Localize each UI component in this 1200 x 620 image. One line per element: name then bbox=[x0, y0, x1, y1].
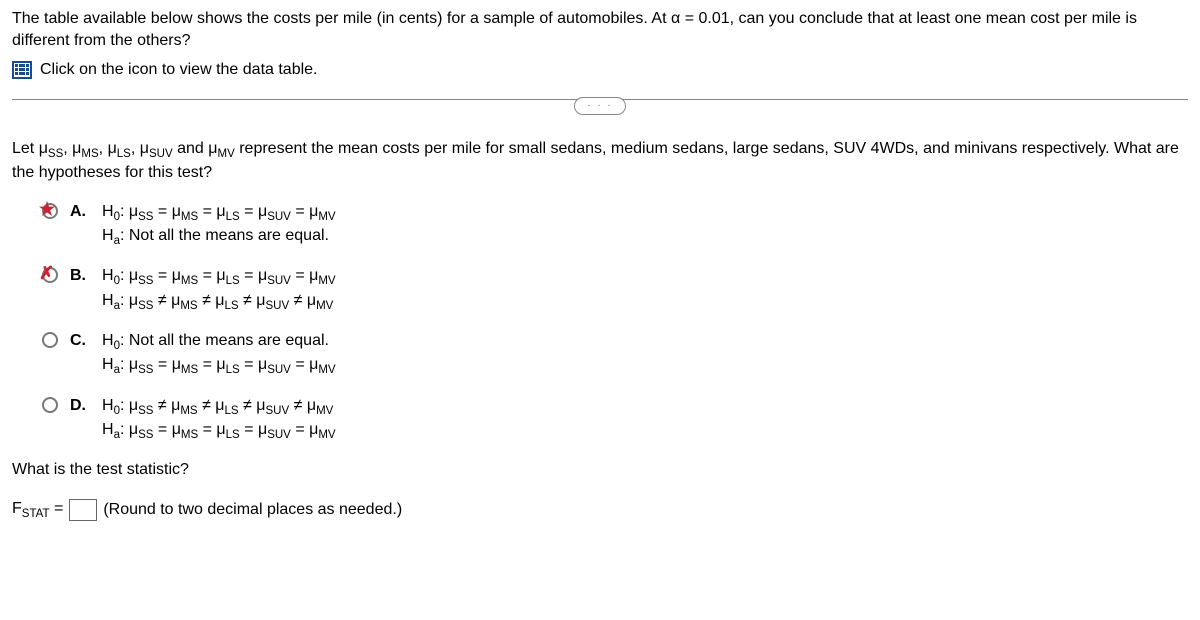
fstat-row: FSTAT = (Round to two decimal places as … bbox=[12, 498, 1188, 522]
choice-body: H0: Not all the means are equal. Ha: μSS… bbox=[102, 330, 336, 379]
data-table-link-row: Click on the icon to view the data table… bbox=[12, 59, 1188, 81]
choice-C[interactable]: C. H0: Not all the means are equal. Ha: … bbox=[42, 330, 1188, 379]
choice-letter: D. bbox=[70, 395, 92, 417]
radio-circle-icon[interactable] bbox=[42, 332, 58, 348]
choice-B[interactable]: ✗ B. H0: μSS = μMS = μLS = μSUV = μMV Ha… bbox=[42, 265, 1188, 314]
choices-list: ★ A. H0: μSS = μMS = μLS = μSUV = μMV Ha… bbox=[42, 201, 1188, 443]
choice-letter: C. bbox=[70, 330, 92, 352]
choice-body: H0: μSS = μMS = μLS = μSUV = μMV Ha: Not… bbox=[102, 201, 336, 250]
radio-circle-icon[interactable] bbox=[42, 397, 58, 413]
question-intro: The table available below shows the cost… bbox=[12, 8, 1188, 53]
data-table-link-text[interactable]: Click on the icon to view the data table… bbox=[40, 59, 318, 81]
fstat-equals: = bbox=[50, 500, 64, 517]
choice-body: H0: μSS = μMS = μLS = μSUV = μMV Ha: μSS… bbox=[102, 265, 336, 314]
collapse-toggle[interactable]: · · · bbox=[574, 97, 626, 115]
correct-star-icon: ★ bbox=[39, 200, 55, 218]
notation-prefix: Let bbox=[12, 140, 39, 157]
fstat-label-prefix: F bbox=[12, 500, 22, 517]
choice-D[interactable]: D. H0: μSS ≠ μMS ≠ μLS ≠ μSUV ≠ μMV Ha: … bbox=[42, 395, 1188, 444]
fstat-input[interactable] bbox=[69, 499, 97, 521]
notation-suffix: represent the mean costs per mile for sm… bbox=[12, 140, 1179, 181]
choice-letter: A. bbox=[70, 201, 92, 223]
notation-paragraph: Let μSS, μMS, μLS, μSUV and μMV represen… bbox=[12, 138, 1188, 185]
choice-A[interactable]: ★ A. H0: μSS = μMS = μLS = μSUV = μMV Ha… bbox=[42, 201, 1188, 250]
data-table-icon[interactable] bbox=[12, 61, 32, 79]
wrong-x-icon: ✗ bbox=[39, 264, 54, 282]
choice-body: H0: μSS ≠ μMS ≠ μLS ≠ μSUV ≠ μMV Ha: μSS… bbox=[102, 395, 336, 444]
test-statistic-question: What is the test statistic? bbox=[12, 459, 1188, 481]
round-hint: (Round to two decimal places as needed.) bbox=[103, 499, 402, 521]
fstat-label: FSTAT = bbox=[12, 498, 63, 522]
choice-letter: B. bbox=[70, 265, 92, 287]
fstat-label-sub: STAT bbox=[22, 508, 50, 520]
